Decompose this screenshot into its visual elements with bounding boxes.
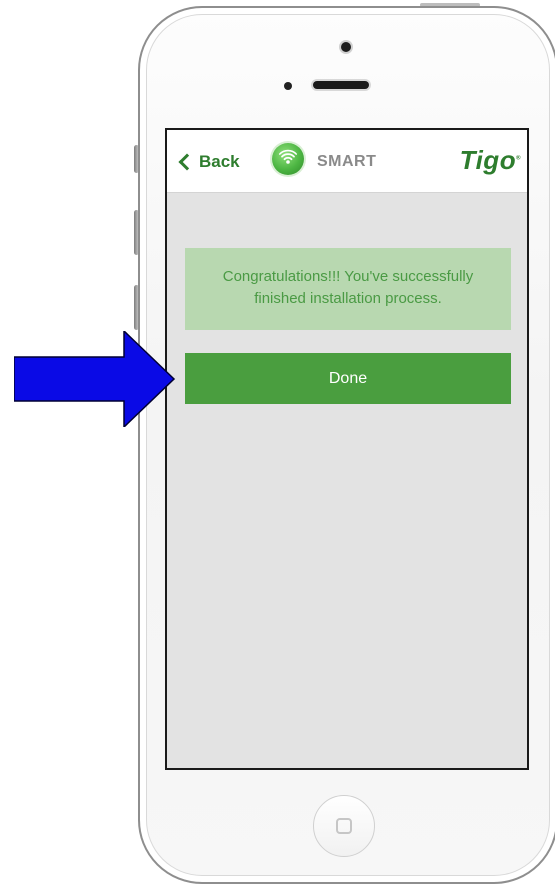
back-button[interactable]: Back: [177, 150, 240, 174]
wifi-signal-icon: [272, 143, 304, 175]
brand-text: Tigo: [459, 145, 517, 175]
tigo-logo: Tigo®: [460, 145, 521, 176]
earpiece-speaker: [313, 81, 369, 89]
done-button[interactable]: Done: [185, 353, 511, 404]
stage: Back SMART Tigo® Congratulations!!! You'…: [0, 0, 555, 887]
app-view: Back SMART Tigo® Congratulations!!! You'…: [167, 130, 527, 768]
front-camera: [341, 42, 351, 52]
home-button: [313, 795, 375, 857]
chevron-left-icon: [178, 153, 196, 171]
right-arrow-icon: [14, 331, 176, 427]
proximity-sensor: [284, 82, 292, 90]
back-label: Back: [199, 152, 240, 171]
home-square-icon: [336, 818, 352, 834]
success-message-text: Congratulations!!! You've successfully f…: [222, 268, 474, 307]
nav-bar: Back SMART Tigo®: [167, 130, 527, 193]
done-button-label: Done: [328, 369, 368, 387]
registered-mark: ®: [516, 155, 521, 162]
phone-screen: Back SMART Tigo® Congratulations!!! You'…: [165, 128, 529, 770]
app-name: SMART: [317, 153, 377, 170]
success-message: Congratulations!!! You've successfully f…: [185, 248, 511, 330]
